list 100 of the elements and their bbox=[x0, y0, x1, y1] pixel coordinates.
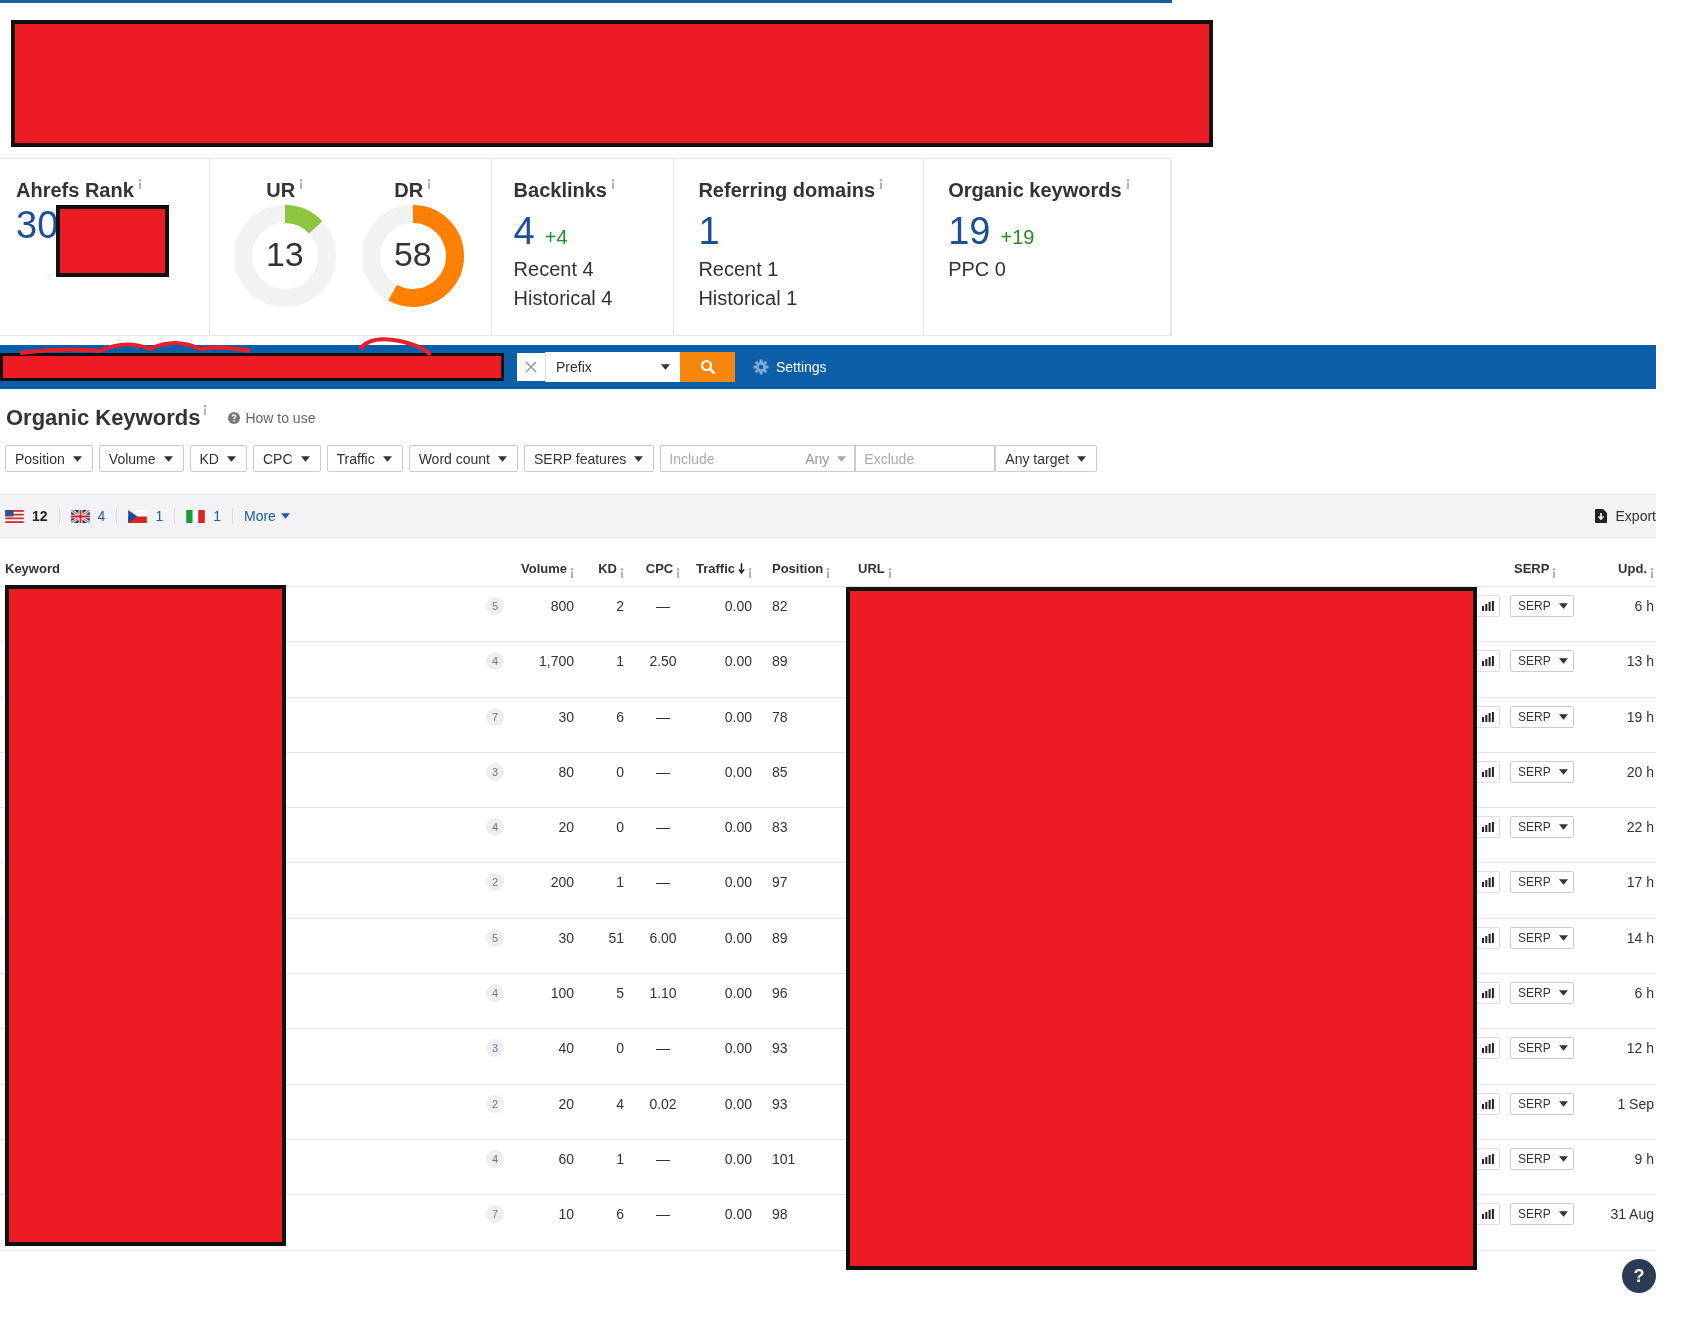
column-header[interactable]: Keyword bbox=[5, 561, 60, 576]
table-cell: 4 bbox=[616, 1095, 624, 1112]
table-cell: 93 bbox=[772, 1095, 788, 1112]
serp-dropdown[interactable]: SERP bbox=[1510, 705, 1574, 728]
serp-dropdown[interactable]: SERP bbox=[1510, 871, 1574, 894]
column-header[interactable]: Traffic bbox=[696, 561, 735, 576]
table-cell: 89 bbox=[772, 929, 788, 946]
serp-dropdown[interactable]: SERP bbox=[1510, 595, 1574, 617]
table-cell: 6 bbox=[616, 708, 624, 725]
stat-value: 4 bbox=[513, 209, 535, 254]
stat-delta: +19 bbox=[1000, 226, 1035, 249]
serp-dropdown[interactable]: SERP bbox=[1510, 1037, 1574, 1060]
column-header[interactable]: SERP bbox=[1514, 561, 1550, 576]
serp-dropdown[interactable]: SERP bbox=[1510, 816, 1574, 839]
table-cell: — bbox=[656, 819, 670, 836]
feature-count: 5 bbox=[486, 928, 504, 947]
stat-value: 1 bbox=[698, 209, 720, 254]
table-cell: 1.10 bbox=[649, 985, 677, 1002]
feature-count: 7 bbox=[486, 1205, 504, 1224]
table-cell: 100 bbox=[550, 985, 574, 1002]
table-cell: 6 h bbox=[1634, 985, 1654, 1002]
table-cell: — bbox=[656, 1206, 670, 1223]
target-dropdown[interactable]: Any target bbox=[995, 445, 1098, 472]
how-to-use-link[interactable]: How to use bbox=[228, 410, 316, 426]
exclude-field[interactable]: Exclude bbox=[855, 445, 996, 472]
table-cell: 97 bbox=[772, 874, 788, 891]
serp-dropdown[interactable]: SERP bbox=[1510, 1092, 1574, 1115]
table-cell: 800 bbox=[550, 598, 574, 614]
country-tab[interactable]: 12 bbox=[5, 508, 48, 524]
filter-dropdown[interactable]: CPC bbox=[252, 445, 321, 472]
serp-dropdown[interactable]: SERP bbox=[1510, 1203, 1574, 1226]
table-cell: — bbox=[656, 1040, 670, 1057]
table-cell: 2 bbox=[616, 598, 624, 614]
table-cell: 0.02 bbox=[649, 1095, 677, 1112]
serp-dropdown[interactable]: SERP bbox=[1510, 650, 1574, 673]
serp-dropdown[interactable]: SERP bbox=[1510, 982, 1574, 1005]
table-cell: 30 bbox=[558, 708, 574, 725]
table-cell: 0.00 bbox=[724, 1206, 752, 1223]
table-cell: 83 bbox=[772, 819, 788, 836]
settings-link[interactable]: Settings bbox=[753, 359, 827, 375]
stat-label: Referring domains bbox=[698, 179, 876, 202]
filter-dropdown[interactable]: Volume bbox=[98, 445, 184, 472]
stat-delta: +4 bbox=[544, 226, 568, 249]
filter-dropdown[interactable]: Traffic bbox=[326, 445, 403, 472]
table-cell: 98 bbox=[772, 1206, 788, 1223]
table-cell: 30 bbox=[558, 929, 574, 946]
table-cell: — bbox=[656, 874, 670, 891]
table-cell: 0.00 bbox=[724, 1095, 752, 1112]
mode-dropdown[interactable]: Prefix bbox=[545, 352, 680, 382]
table-cell: 93 bbox=[772, 1040, 788, 1057]
stat-detail: Recent 4 bbox=[513, 257, 595, 282]
serp-dropdown[interactable]: SERP bbox=[1510, 1147, 1574, 1170]
column-header[interactable]: Position bbox=[772, 561, 824, 576]
country-tab[interactable]: 1 bbox=[128, 508, 164, 524]
filter-dropdown[interactable]: Position bbox=[5, 445, 93, 472]
column-header[interactable]: Volume bbox=[521, 561, 567, 576]
feature-count: 2 bbox=[486, 1094, 504, 1113]
table-cell: 82 bbox=[772, 598, 788, 614]
table-cell: 2.50 bbox=[649, 653, 677, 670]
table-cell: 6 h bbox=[1634, 598, 1654, 614]
page-title: Organic Keywords bbox=[6, 405, 201, 431]
column-header[interactable]: CPC bbox=[645, 561, 674, 576]
table-cell: 51 bbox=[608, 929, 624, 946]
table-cell: 1 bbox=[616, 874, 624, 891]
table-cell: 17 h bbox=[1626, 874, 1654, 891]
filter-dropdown[interactable]: KD bbox=[189, 445, 247, 472]
table-cell: 5 bbox=[616, 985, 624, 1002]
table-cell: 22 h bbox=[1626, 819, 1654, 836]
rating-value: 58 bbox=[392, 235, 433, 274]
stat-detail: PPC 0 bbox=[948, 257, 1007, 282]
table-cell: 0.00 bbox=[724, 929, 752, 946]
stat-detail: Historical 4 bbox=[513, 286, 614, 311]
feature-count: 4 bbox=[486, 1149, 504, 1168]
stat-detail: Historical 1 bbox=[698, 286, 799, 311]
table-cell: 20 bbox=[558, 1095, 574, 1112]
table-cell: 1 bbox=[616, 1150, 624, 1167]
help-button[interactable]: ? bbox=[1622, 1259, 1656, 1293]
table-cell: 0.00 bbox=[724, 819, 752, 836]
table-cell: 60 bbox=[558, 1150, 574, 1167]
column-header[interactable]: URL bbox=[858, 561, 885, 576]
column-header[interactable]: Upd. bbox=[1618, 561, 1647, 576]
table-cell: 0 bbox=[616, 763, 624, 780]
feature-count: 4 bbox=[486, 818, 504, 837]
serp-dropdown[interactable]: SERP bbox=[1510, 760, 1574, 783]
filter-dropdown[interactable]: Word count bbox=[408, 445, 518, 472]
country-tab[interactable]: 4 bbox=[70, 508, 106, 524]
table-cell: — bbox=[656, 708, 670, 725]
feature-count: 4 bbox=[486, 652, 504, 671]
table-cell: 1,700 bbox=[538, 653, 574, 670]
table-cell: — bbox=[656, 1150, 670, 1167]
more-dropdown[interactable]: More bbox=[243, 508, 290, 524]
export-button[interactable]: Export bbox=[1594, 508, 1656, 524]
table-cell: 31 Aug bbox=[1610, 1206, 1654, 1223]
serp-dropdown[interactable]: SERP bbox=[1510, 926, 1574, 949]
table-cell: 1 bbox=[616, 653, 624, 670]
stat-label: Organic keywords bbox=[948, 179, 1122, 202]
table-cell: 85 bbox=[772, 763, 788, 780]
filter-dropdown[interactable]: SERP features bbox=[524, 445, 655, 472]
country-tab[interactable]: 1 bbox=[186, 508, 221, 524]
column-header[interactable]: KD bbox=[598, 561, 617, 576]
